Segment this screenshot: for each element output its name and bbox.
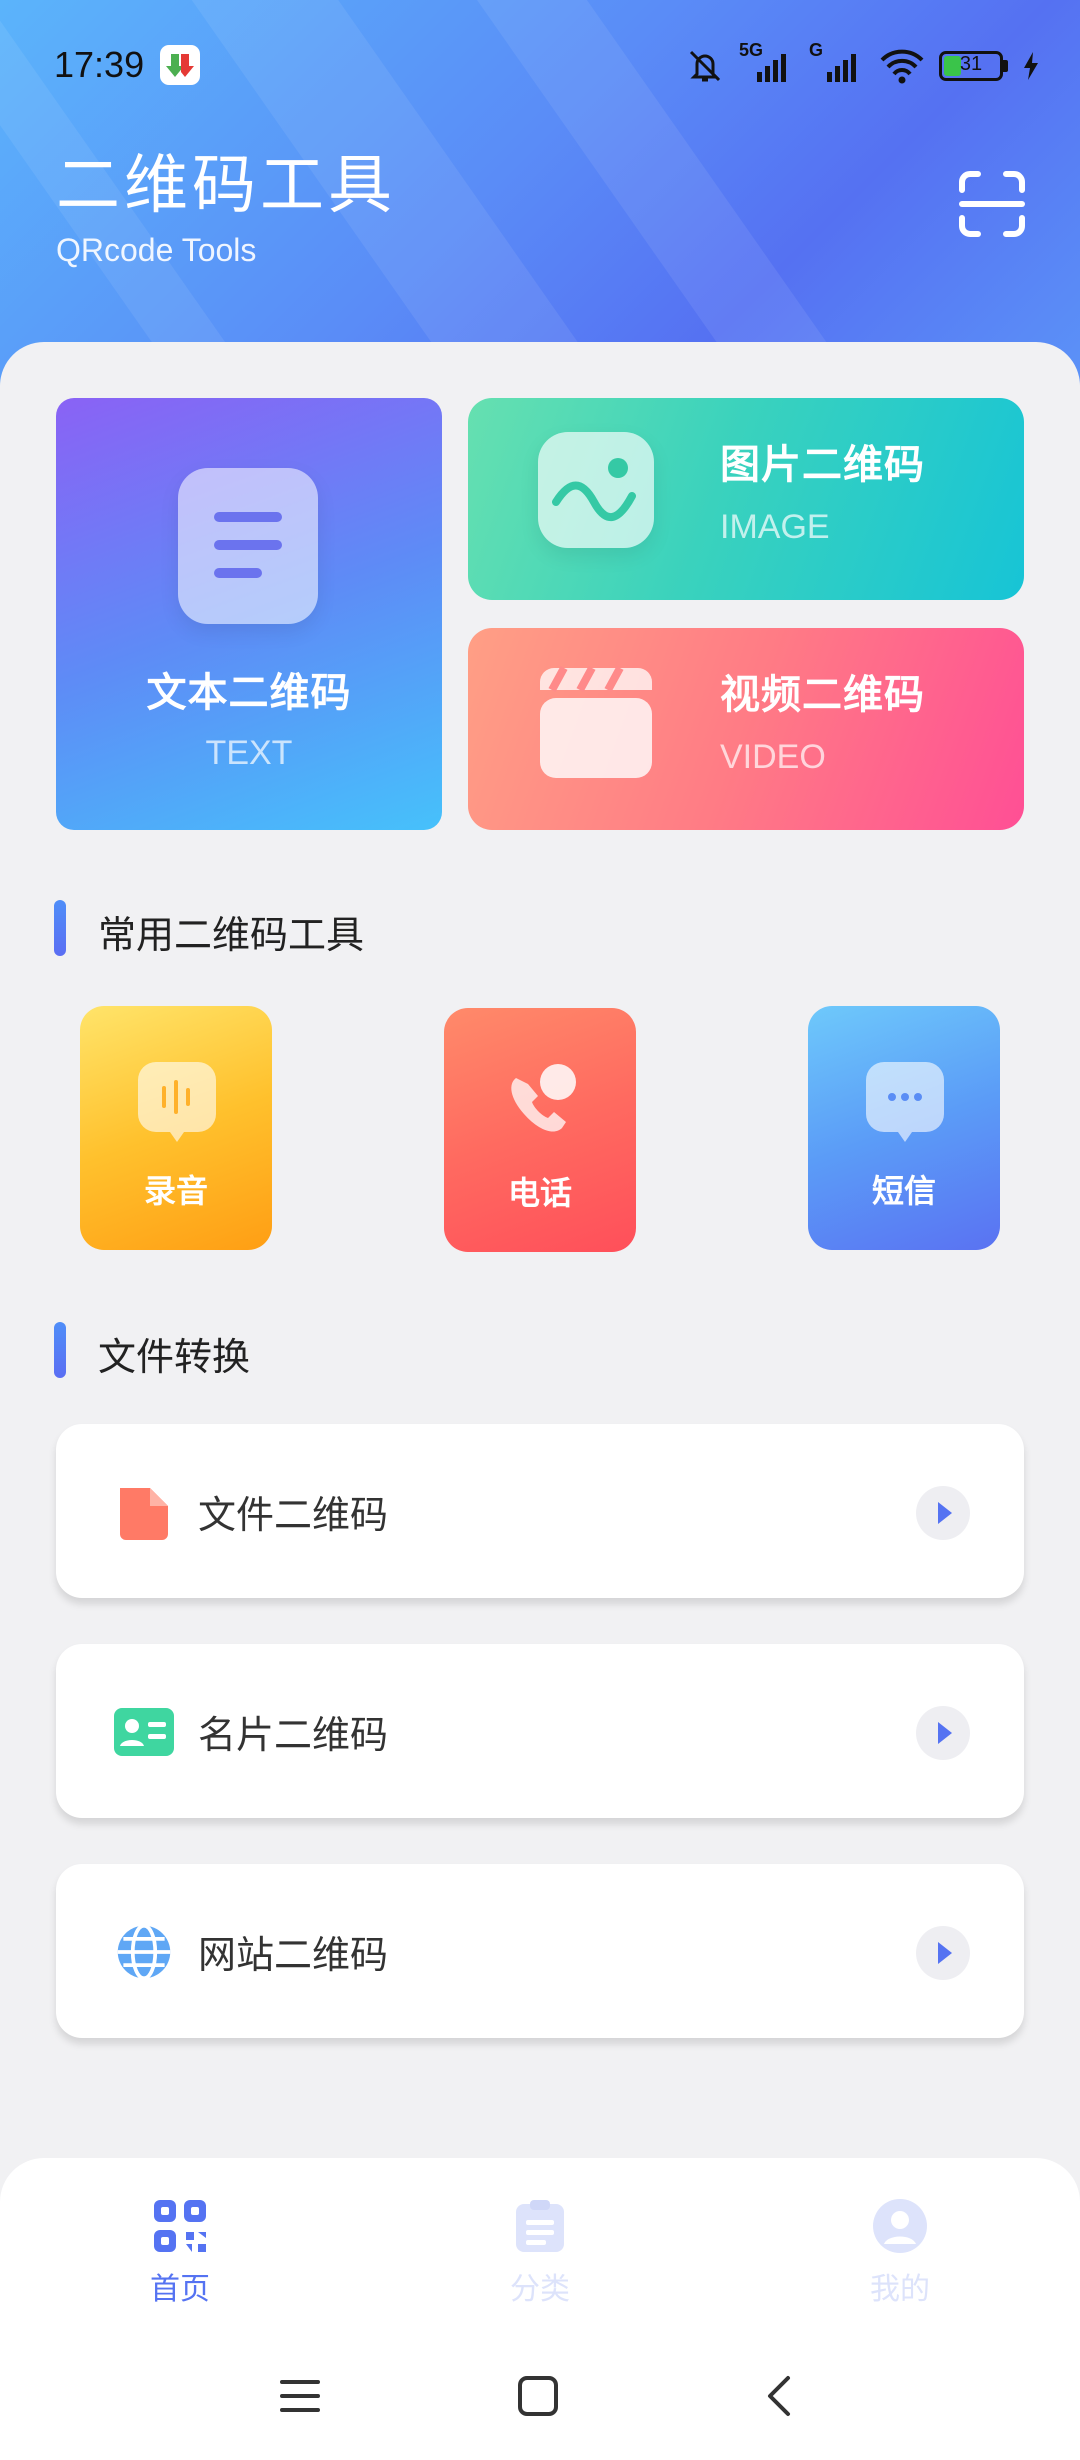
message-bubble-icon xyxy=(866,1062,944,1142)
text-qrcode-card[interactable]: 文本二维码 TEXT xyxy=(56,398,442,830)
nav-item-home[interactable]: 首页 xyxy=(90,2198,270,2308)
nav-label-home: 首页 xyxy=(150,2272,210,2307)
file-icon xyxy=(120,1488,168,1540)
image-icon xyxy=(538,432,654,548)
wifi-icon xyxy=(880,49,924,84)
document-lines-icon xyxy=(178,468,318,624)
signal-5g-icon: 5G xyxy=(739,40,795,86)
video-qrcode-sub: VIDEO xyxy=(720,738,826,776)
tool-label: 电话 xyxy=(507,1174,572,1212)
clipboard-list-icon xyxy=(516,2200,564,2252)
system-navigation-bar xyxy=(0,2346,1080,2446)
charging-icon xyxy=(1024,52,1038,80)
image-qrcode-label: 图片二维码 xyxy=(720,442,925,488)
chevron-right-icon[interactable] xyxy=(916,1706,970,1760)
text-qrcode-sub: TEXT xyxy=(205,734,293,772)
section-marker xyxy=(54,900,66,956)
video-qrcode-card[interactable]: 视频二维码 VIDEO xyxy=(468,628,1024,830)
text-qrcode-label: 文本二维码 xyxy=(146,670,352,716)
user-avatar-icon xyxy=(873,2199,927,2253)
tool-label: 短信 xyxy=(871,1172,936,1210)
file-conversion-title: 文件转换 xyxy=(98,1335,251,1379)
section-marker xyxy=(54,1322,66,1378)
nav-label-category: 分类 xyxy=(510,2272,570,2307)
tool-recording[interactable]: 录音 xyxy=(80,1006,272,1250)
menu-icon[interactable] xyxy=(278,2374,322,2418)
chevron-right-icon[interactable] xyxy=(916,1926,970,1980)
app-title: 二维码工具 xyxy=(56,149,396,223)
business-card-icon xyxy=(114,1708,174,1756)
back-icon[interactable] xyxy=(758,2374,802,2418)
phone-call-icon xyxy=(496,1058,586,1148)
nav-item-category[interactable]: 分类 xyxy=(450,2198,630,2308)
nav-item-mine[interactable]: 我的 xyxy=(810,2198,990,2308)
silent-bell-icon xyxy=(689,50,721,82)
voice-recording-icon xyxy=(138,1062,216,1142)
list-item-label: 网站二维码 xyxy=(198,1933,389,1977)
list-item-file-qrcode[interactable]: 文件二维码 xyxy=(56,1424,1024,1598)
tool-sms[interactable]: 短信 xyxy=(808,1006,1000,1250)
chevron-right-icon[interactable] xyxy=(916,1486,970,1540)
tool-phone[interactable]: 电话 xyxy=(444,1008,636,1252)
status-time: 17:39 xyxy=(54,44,145,85)
home-square-icon[interactable] xyxy=(516,2374,560,2418)
status-bar: 17:39 5G G 31 xyxy=(0,0,1080,136)
app-notification-icon xyxy=(160,45,200,85)
video-qrcode-label: 视频二维码 xyxy=(720,672,925,718)
image-qrcode-sub: IMAGE xyxy=(720,508,830,546)
list-item-website-qrcode[interactable]: 网站二维码 xyxy=(56,1864,1024,2038)
signal-g-icon: G xyxy=(809,40,865,86)
qrcode-home-icon xyxy=(154,2200,206,2252)
clapperboard-icon xyxy=(536,660,656,784)
globe-icon xyxy=(117,1923,171,1981)
battery-level: 31 xyxy=(959,53,983,75)
app-subtitle: QRcode Tools xyxy=(56,232,257,268)
list-item-label: 名片二维码 xyxy=(198,1713,389,1757)
list-item-card-qrcode[interactable]: 名片二维码 xyxy=(56,1644,1024,1818)
nav-label-mine: 我的 xyxy=(870,2272,930,2307)
image-qrcode-card[interactable]: 图片二维码 IMAGE xyxy=(468,398,1024,600)
list-item-label: 文件二维码 xyxy=(198,1493,389,1537)
scan-button[interactable] xyxy=(956,168,1028,240)
status-icons: 5G G 31 xyxy=(685,40,1040,86)
battery-icon: 31 xyxy=(939,51,1003,81)
tool-label: 录音 xyxy=(143,1172,208,1210)
common-tools-title: 常用二维码工具 xyxy=(98,913,365,957)
scan-icon xyxy=(959,171,1025,237)
